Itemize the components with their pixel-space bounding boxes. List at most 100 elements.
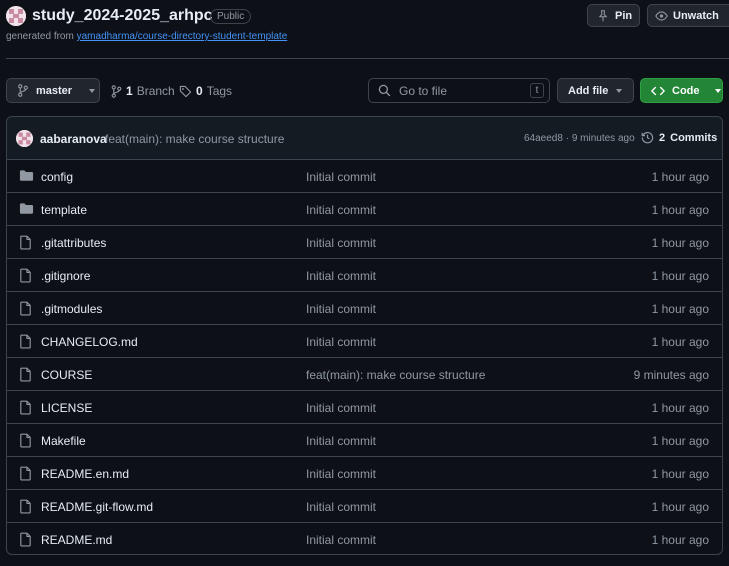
file-commit-time: 1 hour ago xyxy=(651,467,709,481)
branches-link[interactable]: 1 Branch xyxy=(111,84,175,98)
tag-count: 0 xyxy=(196,84,203,98)
code-button[interactable]: Code xyxy=(640,78,723,103)
file-row[interactable]: CHANGELOG.md Initial commit 1 hour ago xyxy=(7,325,722,358)
file-commit-message[interactable]: feat(main): make course structure xyxy=(306,368,485,382)
file-name-link[interactable]: template xyxy=(41,203,87,217)
commit-hash-time[interactable]: 64aeed8 · 9 minutes ago xyxy=(524,133,635,144)
file-name-link[interactable]: COURSE xyxy=(41,368,92,382)
file-name-link[interactable]: config xyxy=(41,170,73,184)
commits-count: 2 xyxy=(659,131,666,144)
file-commit-message[interactable]: Initial commit xyxy=(306,269,376,283)
tags-link[interactable]: 0 Tags xyxy=(179,84,232,98)
file-icon xyxy=(19,268,32,283)
file-commit-message[interactable]: Initial commit xyxy=(306,533,376,547)
file-name-link[interactable]: Makefile xyxy=(41,434,86,448)
tag-icon xyxy=(179,85,192,98)
header-divider xyxy=(6,58,729,59)
file-commit-message[interactable]: Initial commit xyxy=(306,500,376,514)
branch-name: master xyxy=(36,84,73,97)
generated-from-label: generated from xyxy=(6,31,74,42)
file-icon xyxy=(19,301,32,316)
repo-name[interactable]: study_2024-2025_arhpc xyxy=(32,7,213,25)
pin-icon xyxy=(597,9,609,22)
file-icon xyxy=(19,367,32,382)
folder-icon xyxy=(19,202,34,215)
code-icon xyxy=(651,85,665,97)
file-commit-time: 1 hour ago xyxy=(651,236,709,250)
file-row[interactable]: README.md Initial commit 1 hour ago xyxy=(7,523,722,554)
file-commit-time: 1 hour ago xyxy=(651,269,709,283)
go-to-file-search[interactable]: t xyxy=(368,78,550,103)
file-row[interactable]: .gitmodules Initial commit 1 hour ago xyxy=(7,292,722,325)
tag-count-label: Tags xyxy=(206,84,233,98)
file-commit-time: 1 hour ago xyxy=(651,170,709,184)
latest-commit-bar: aabaranova feat(main): make course struc… xyxy=(7,117,722,160)
commits-history-link[interactable]: 2 Commits xyxy=(641,131,717,144)
pin-label: Pin xyxy=(615,9,633,22)
file-row[interactable]: LICENSE Initial commit 1 hour ago xyxy=(7,391,722,424)
file-table: aabaranova feat(main): make course struc… xyxy=(6,116,723,555)
branch-select-button[interactable]: master xyxy=(6,78,100,103)
file-icon xyxy=(19,466,32,481)
repo-owner-avatar[interactable] xyxy=(6,6,26,26)
file-commit-time: 1 hour ago xyxy=(651,434,709,448)
file-icon xyxy=(19,235,32,250)
file-row[interactable]: .gitignore Initial commit 1 hour ago xyxy=(7,259,722,292)
file-name-link[interactable]: README.git-flow.md xyxy=(41,500,153,514)
file-row[interactable]: README.en.md Initial commit 1 hour ago xyxy=(7,457,722,490)
keyboard-shortcut-hint: t xyxy=(530,83,544,98)
branch-count: 1 xyxy=(126,84,133,98)
template-repo-link[interactable]: yamadharma/course-directory-student-temp… xyxy=(77,31,288,42)
chevron-down-icon xyxy=(714,88,721,93)
file-commit-message[interactable]: Initial commit xyxy=(306,401,376,415)
file-commit-message[interactable]: Initial commit xyxy=(306,434,376,448)
visibility-badge: Public xyxy=(210,9,252,24)
branch-count-label: Branch xyxy=(136,84,175,98)
commit-author-avatar[interactable] xyxy=(16,130,33,147)
chevron-down-icon xyxy=(89,88,96,93)
file-name-link[interactable]: LICENSE xyxy=(41,401,92,415)
file-name-link[interactable]: CHANGELOG.md xyxy=(41,335,138,349)
code-label: Code xyxy=(672,84,700,97)
file-row[interactable]: .gitattributes Initial commit 1 hour ago xyxy=(7,226,722,259)
git-branch-icon xyxy=(17,84,29,97)
unwatch-label: Unwatch xyxy=(673,9,719,22)
file-icon xyxy=(19,532,32,547)
file-name-link[interactable]: README.en.md xyxy=(41,467,129,481)
file-commit-message[interactable]: Initial commit xyxy=(306,335,376,349)
file-commit-message[interactable]: Initial commit xyxy=(306,302,376,316)
file-name-link[interactable]: .gitattributes xyxy=(41,236,106,250)
folder-icon xyxy=(19,169,34,182)
file-name-link[interactable]: README.md xyxy=(41,533,112,547)
add-file-label: Add file xyxy=(568,84,609,97)
add-file-button[interactable]: Add file xyxy=(557,78,634,103)
file-row[interactable]: config Initial commit 1 hour ago xyxy=(7,160,722,193)
file-commit-time: 1 hour ago xyxy=(651,500,709,514)
file-commit-time: 1 hour ago xyxy=(651,302,709,316)
pin-button[interactable]: Pin xyxy=(587,4,640,27)
file-commit-message[interactable]: Initial commit xyxy=(306,170,376,184)
file-name-link[interactable]: .gitmodules xyxy=(41,302,102,316)
generated-from-text: generated from yamadharma/course-directo… xyxy=(6,31,287,42)
file-icon xyxy=(19,433,32,448)
commit-message-link[interactable]: feat(main): make course structure xyxy=(105,132,284,146)
file-commit-message[interactable]: Initial commit xyxy=(306,203,376,217)
file-commit-message[interactable]: Initial commit xyxy=(306,467,376,481)
commit-author-link[interactable]: aabaranova xyxy=(40,132,107,146)
file-row[interactable]: Makefile Initial commit 1 hour ago xyxy=(7,424,722,457)
go-to-file-input[interactable] xyxy=(399,83,525,98)
file-name-link[interactable]: .gitignore xyxy=(41,269,90,283)
search-icon xyxy=(378,84,391,97)
file-row[interactable]: template Initial commit 1 hour ago xyxy=(7,193,722,226)
file-commit-message[interactable]: Initial commit xyxy=(306,236,376,250)
history-icon xyxy=(641,131,654,144)
file-commit-time: 1 hour ago xyxy=(651,401,709,415)
file-row[interactable]: README.git-flow.md Initial commit 1 hour… xyxy=(7,490,722,523)
chevron-down-icon xyxy=(616,88,623,93)
unwatch-button[interactable]: Unwatch 1 xyxy=(647,4,729,27)
file-row[interactable]: COURSE feat(main): make course structure… xyxy=(7,358,722,391)
file-commit-time: 9 minutes ago xyxy=(633,368,709,382)
file-commit-time: 1 hour ago xyxy=(651,203,709,217)
eye-icon xyxy=(655,10,668,22)
commits-label: Commits xyxy=(670,131,718,144)
